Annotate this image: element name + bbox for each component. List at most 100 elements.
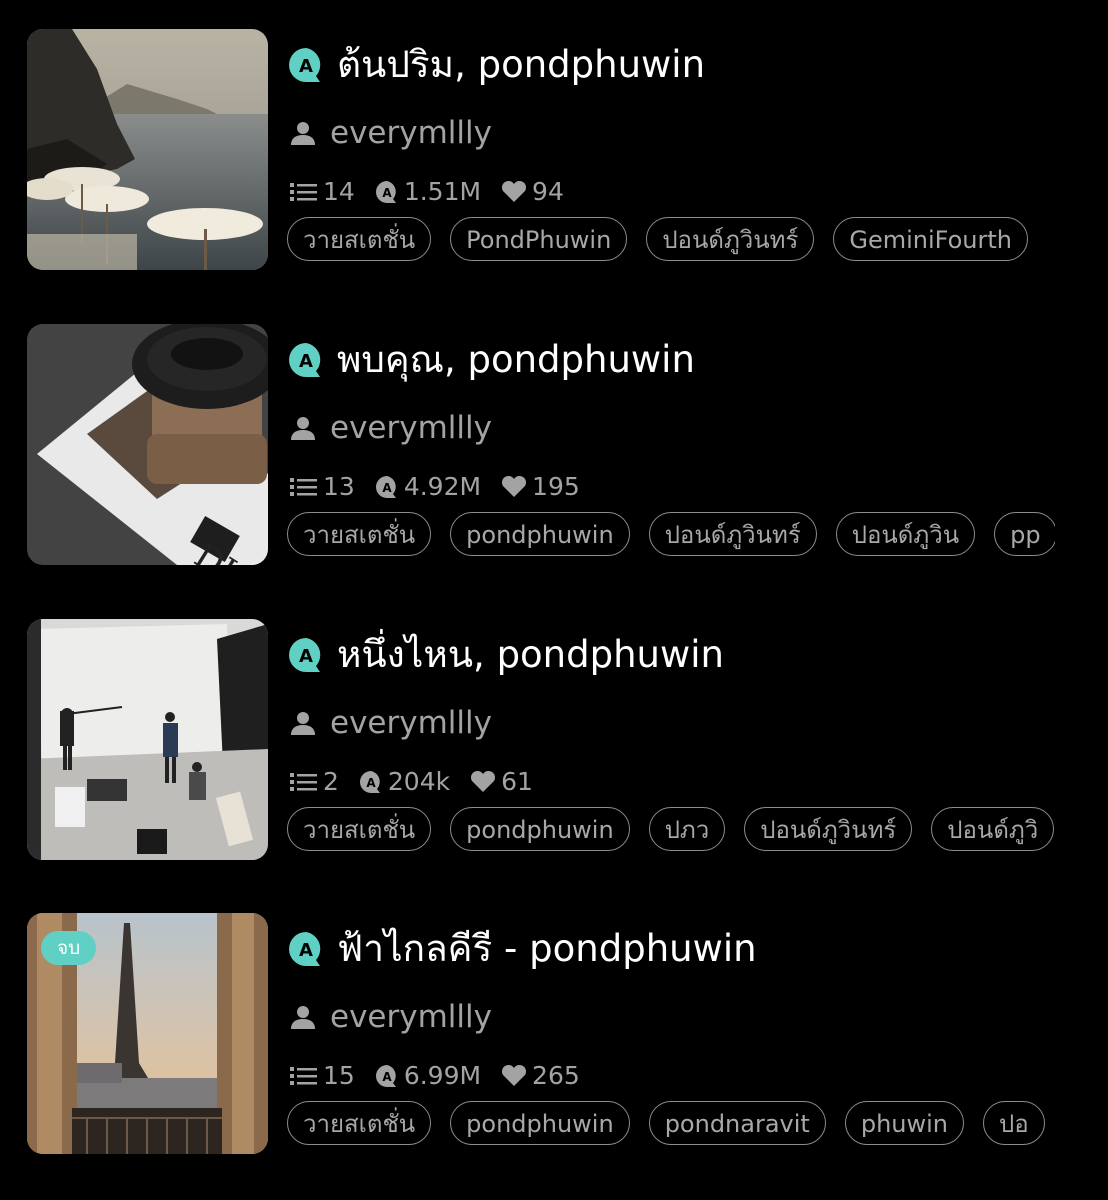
story-title[interactable]: พบคุณ, pondphuwin (337, 338, 695, 382)
like-count: 265 (501, 1061, 580, 1090)
list-icon (290, 1066, 317, 1085)
chapter-count: 13 (290, 472, 355, 501)
chapter-count-value: 15 (323, 1061, 355, 1090)
tag-chip[interactable]: วายสเตชั่น (287, 512, 432, 556)
heart-icon (502, 1064, 527, 1086)
chapter-count: 2 (290, 767, 339, 796)
stats-row: 15 A 6.99M 265 (290, 1061, 600, 1090)
read-count: A 1.51M (375, 177, 481, 206)
svg-text:A: A (299, 646, 313, 667)
user-icon (290, 415, 316, 441)
beach-umbrellas-image (27, 29, 268, 270)
read-count-value: 6.99M (403, 1061, 482, 1090)
story-cover[interactable] (27, 29, 268, 270)
tag-list[interactable]: วายสเตชั่น PondPhuwin ปอนด์ภูวินทร์ Gemi… (287, 217, 1055, 267)
coffee-cup-image: DI (27, 324, 268, 565)
like-count-value: 265 (532, 1061, 580, 1090)
photo-studio-image (27, 619, 268, 860)
user-icon (290, 120, 316, 146)
story-item[interactable]: DI A พบคุณ, pondphuwin everymllly 13 A 4… (0, 324, 1108, 566)
reads-bubble-icon: A (375, 475, 396, 498)
story-cover[interactable]: DI (27, 324, 268, 565)
title-row[interactable]: A หนึ่งไหน, pondphuwin (287, 633, 724, 677)
tag-chip[interactable]: phuwin (844, 1101, 964, 1145)
reads-bubble-icon: A (375, 180, 396, 203)
speech-bubble-a-icon: A (287, 930, 325, 968)
story-cover[interactable] (27, 619, 268, 860)
chapter-count-value: 13 (323, 472, 355, 501)
author-name[interactable]: everymllly (330, 113, 492, 153)
story-list: A ต้นปริม, pondphuwin everymllly 14 A 1.… (0, 0, 1108, 1200)
story-title[interactable]: ฟ้าไกลคีรี - pondphuwin (337, 927, 757, 971)
status-badge: จบ (41, 931, 97, 965)
chapter-count-value: 2 (323, 767, 339, 796)
title-row[interactable]: A ฟ้าไกลคีรี - pondphuwin (287, 927, 757, 971)
read-count-value: 4.92M (403, 472, 482, 501)
title-row[interactable]: A พบคุณ, pondphuwin (287, 338, 695, 382)
story-cover[interactable]: จบ (27, 913, 268, 1154)
tag-list[interactable]: วายสเตชั่น pondphuwin ปภว ปอนด์ภูวินทร์ … (287, 807, 1055, 857)
stats-row: 13 A 4.92M 195 (290, 472, 600, 501)
like-count: 94 (501, 177, 564, 206)
author-row[interactable]: everymllly (290, 113, 492, 153)
chapter-count-value: 14 (323, 177, 355, 206)
chapter-count: 14 (290, 177, 355, 206)
tag-chip[interactable]: ปอนด์ภูวินทร์ (646, 217, 815, 261)
read-count: A 4.92M (375, 472, 481, 501)
heart-icon (471, 770, 496, 792)
tag-chip[interactable]: pondphuwin (450, 1101, 630, 1145)
svg-text:A: A (366, 776, 376, 790)
author-name[interactable]: everymllly (330, 997, 492, 1037)
tag-chip[interactable]: วายสเตชั่น (287, 217, 432, 261)
like-count: 195 (501, 472, 580, 501)
like-count: 61 (470, 767, 533, 796)
tag-chip[interactable]: pondphuwin (450, 512, 630, 556)
heart-icon (502, 180, 527, 202)
user-icon (290, 1004, 316, 1030)
svg-text:A: A (382, 481, 392, 495)
list-icon (290, 477, 317, 496)
story-title[interactable]: ต้นปริม, pondphuwin (337, 43, 705, 87)
tag-chip[interactable]: ปอนด์ภูวิน (835, 512, 976, 556)
tag-chip[interactable]: วายสเตชั่น (287, 1101, 432, 1145)
tag-list[interactable]: วายสเตชั่น pondphuwin pondnaravit phuwin… (287, 1101, 1055, 1151)
list-icon (290, 772, 317, 791)
list-icon (290, 182, 317, 201)
title-row[interactable]: A ต้นปริม, pondphuwin (287, 43, 705, 87)
tag-chip[interactable]: ปอ (983, 1101, 1045, 1145)
author-row[interactable]: everymllly (290, 997, 492, 1037)
stats-row: 14 A 1.51M 94 (290, 177, 584, 206)
story-title[interactable]: หนึ่งไหน, pondphuwin (337, 633, 724, 677)
reads-bubble-icon: A (359, 770, 380, 793)
reads-bubble-icon: A (375, 1064, 396, 1087)
author-name[interactable]: everymllly (330, 408, 492, 448)
svg-text:A: A (299, 56, 313, 77)
author-row[interactable]: everymllly (290, 703, 492, 743)
tag-chip[interactable]: วายสเตชั่น (287, 807, 432, 851)
tag-chip[interactable]: pondphuwin (450, 807, 630, 851)
tag-chip[interactable]: ปภว (648, 807, 726, 851)
tag-chip[interactable]: ปอนด์ภูวินทร์ (744, 807, 913, 851)
story-item[interactable]: A หนึ่งไหน, pondphuwin everymllly 2 A 20… (0, 619, 1108, 861)
like-count-value: 94 (532, 177, 564, 206)
chapter-count: 15 (290, 1061, 355, 1090)
svg-text:A: A (382, 1070, 392, 1084)
story-item[interactable]: จบ A ฟ้าไกลคีรี - pondphuwin everymllly … (0, 913, 1108, 1155)
author-name[interactable]: everymllly (330, 703, 492, 743)
tag-chip[interactable]: pp (994, 512, 1055, 556)
user-icon (290, 710, 316, 736)
story-item[interactable]: A ต้นปริม, pondphuwin everymllly 14 A 1.… (0, 29, 1108, 271)
tag-chip[interactable]: ปอนด์ภูวินทร์ (648, 512, 817, 556)
read-count-value: 204k (387, 767, 451, 796)
stats-row: 2 A 204k 61 (290, 767, 553, 796)
tag-chip[interactable]: GeminiFourth (833, 217, 1028, 261)
svg-text:A: A (382, 186, 392, 200)
read-count-value: 1.51M (403, 177, 482, 206)
author-row[interactable]: everymllly (290, 408, 492, 448)
tag-chip[interactable]: ปอนด์ภูวิ (931, 807, 1055, 851)
tag-chip[interactable]: pondnaravit (648, 1101, 826, 1145)
speech-bubble-a-icon: A (287, 636, 325, 674)
read-count: A 6.99M (375, 1061, 481, 1090)
tag-chip[interactable]: PondPhuwin (450, 217, 628, 261)
tag-list[interactable]: วายสเตชั่น pondphuwin ปอนด์ภูวินทร์ ปอนด… (287, 512, 1055, 562)
